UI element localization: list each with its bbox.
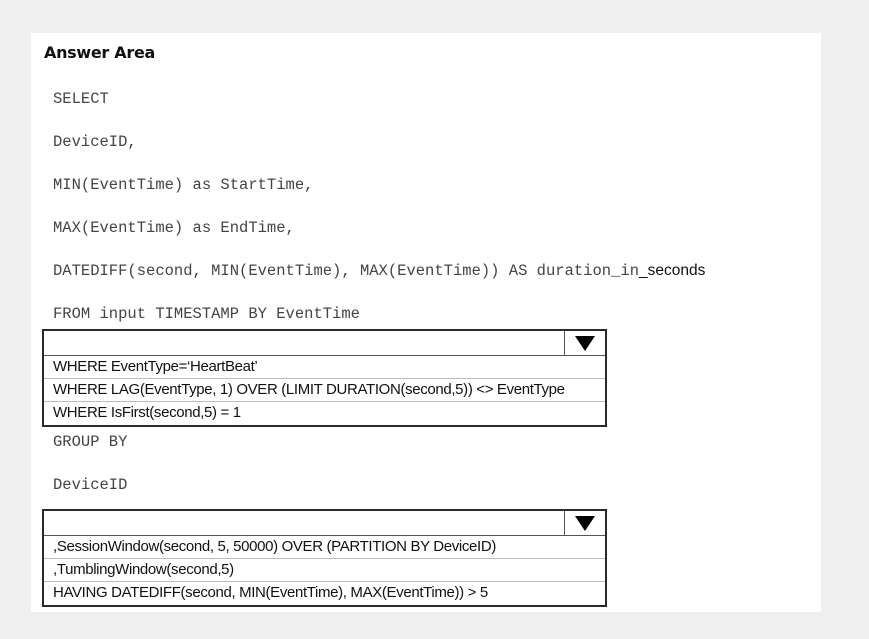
window-clause-option-having[interactable]: HAVING DATEDIFF(second, MIN(EventTime), … xyxy=(44,582,605,605)
window-clause-dropdown[interactable]: ,SessionWindow(second, 5, 50000) OVER (P… xyxy=(42,509,607,607)
window-clause-option-session[interactable]: ,SessionWindow(second, 5, 50000) OVER (P… xyxy=(44,536,605,559)
where-clause-option-lag[interactable]: WHERE LAG(EventType, 1) OVER (LIMIT DURA… xyxy=(44,379,605,402)
code-line-datediff: DATEDIFF(second, MIN(EventTime), MAX(Eve… xyxy=(53,262,705,280)
code-datediff-suffix: _seconds xyxy=(639,262,706,279)
window-clause-option-tumbling[interactable]: ,TumblingWindow(second,5) xyxy=(44,559,605,582)
triangle-down-icon xyxy=(575,515,595,531)
where-clause-dropdown[interactable]: WHERE EventType=‘HeartBeat’ WHERE LAG(Ev… xyxy=(42,329,607,427)
window-clause-dropdown-header[interactable] xyxy=(44,511,605,536)
window-clause-dropdown-toggle[interactable] xyxy=(564,511,605,535)
where-clause-dropdown-toggle[interactable] xyxy=(564,331,605,355)
code-line-device-id: DeviceID, xyxy=(53,133,137,151)
where-clause-option-heartbeat[interactable]: WHERE EventType=‘HeartBeat’ xyxy=(44,356,605,379)
code-line-device-id-group: DeviceID xyxy=(53,476,128,494)
where-clause-dropdown-header[interactable] xyxy=(44,331,605,356)
code-datediff-prefix: DATEDIFF(second, MIN(EventTime), MAX(Eve… xyxy=(53,262,639,280)
where-clause-option-isfirst[interactable]: WHERE IsFirst(second,5) = 1 xyxy=(44,402,605,425)
code-line-from: FROM input TIMESTAMP BY EventTime xyxy=(53,305,360,323)
code-line-group-by: GROUP BY xyxy=(53,433,128,451)
triangle-down-icon xyxy=(575,335,595,351)
code-line-max-end: MAX(EventTime) as EndTime, xyxy=(53,219,295,237)
answer-area-title: Answer Area xyxy=(44,43,156,62)
code-line-select: SELECT xyxy=(53,90,109,108)
answer-area-panel: Answer Area SELECT DeviceID, MIN(EventTi… xyxy=(31,33,821,612)
code-line-min-start: MIN(EventTime) as StartTime, xyxy=(53,176,314,194)
